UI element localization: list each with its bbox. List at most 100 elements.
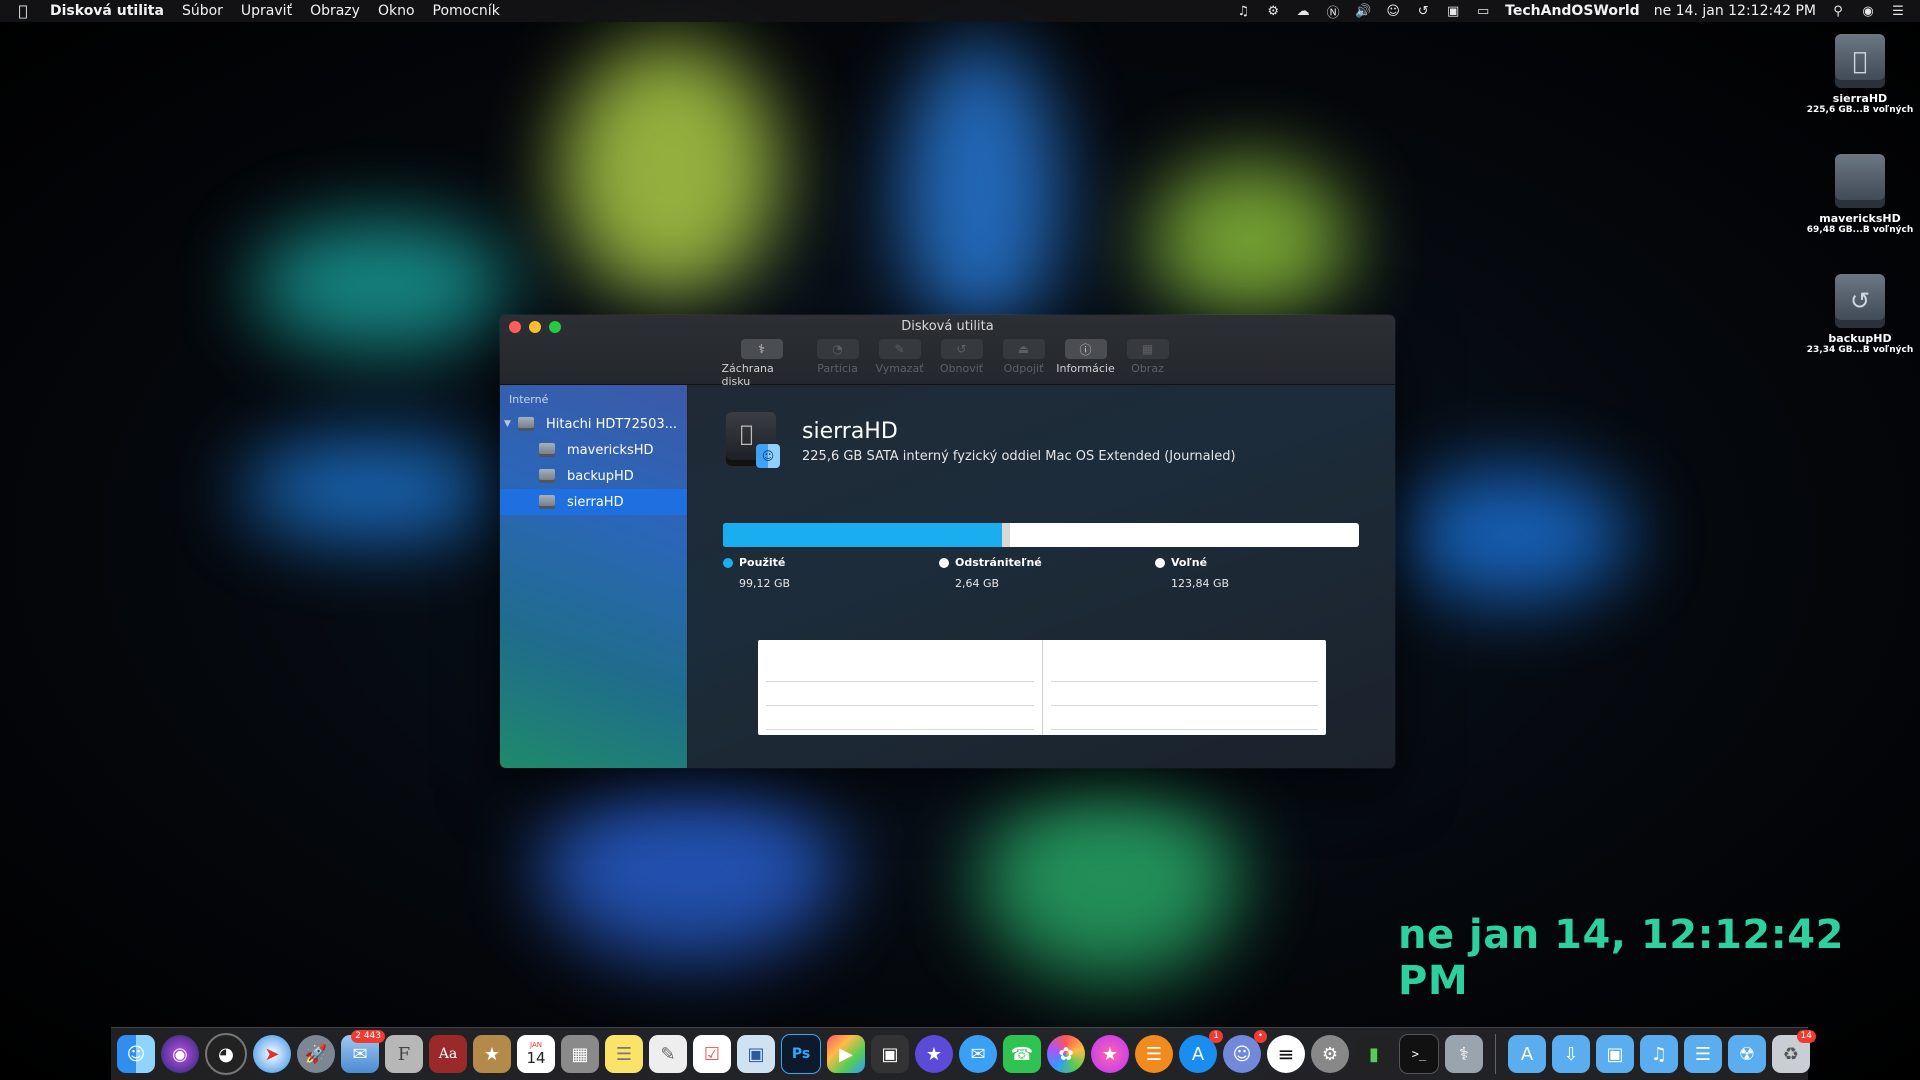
contacts-icon[interactable]: ★ — [473, 1035, 511, 1073]
downloads-folder-icon[interactable]: ⇩ — [1552, 1035, 1590, 1073]
toolbar-label: Vymazať — [875, 362, 924, 375]
calculator-icon[interactable]: ▦ — [561, 1035, 599, 1073]
disk-utility-icon[interactable]: ⚕ — [1445, 1035, 1483, 1073]
notification-center-icon[interactable]: ☰ — [1890, 4, 1906, 19]
wallpaper-burst — [900, 40, 1060, 340]
sidebar-item-mavericks[interactable]: mavericksHD — [500, 437, 687, 463]
facetime-icon[interactable]: ☎ — [1003, 1035, 1041, 1073]
applications-folder-icon[interactable]: A — [1508, 1035, 1546, 1073]
sidebar-section-internal: Interné — [509, 393, 549, 406]
desktop-volume-backup[interactable]: ↺ backupHD 23,34 GB...B voľných — [1805, 274, 1915, 355]
terminal-icon[interactable]: >_ — [1399, 1034, 1439, 1074]
usage-used-segment — [723, 523, 1003, 547]
disk-image-icon: ▦ — [1126, 339, 1169, 359]
notes-icon[interactable]: ☰ — [605, 1035, 643, 1073]
window-title: Disková utilita — [901, 319, 994, 334]
menu-window[interactable]: Okno — [378, 3, 415, 19]
preview-icon[interactable]: ▣ — [737, 1035, 775, 1073]
image-button[interactable]: ▦ Obraz — [1122, 339, 1174, 388]
reminders-icon[interactable]: ☑ — [693, 1035, 731, 1073]
desktop-clock-widget: ne jan 14, 12:12:42 PM — [1398, 912, 1844, 1004]
calendar-icon[interactable]: JAN 14 — [517, 1035, 555, 1073]
final-cut-icon[interactable]: ▶ — [827, 1035, 865, 1073]
menu-edit[interactable]: Upraviť — [241, 3, 292, 19]
menu-file[interactable]: Súbor — [182, 3, 223, 19]
disk-utility-window: Disková utilita ⚕ Záchrana disku ◔ Partí… — [500, 315, 1395, 768]
menu-help[interactable]: Pomocník — [433, 3, 500, 19]
trash-icon[interactable]: ♻ 14 — [1772, 1030, 1816, 1073]
gear-status-icon[interactable]: ⚙ — [1265, 4, 1281, 19]
siri-icon[interactable]: ◉ — [1860, 4, 1876, 19]
menu-user[interactable]: TechAndOSWorld — [1505, 3, 1640, 19]
desktop-volume-mavericks[interactable]: mavericksHD 69,48 GB...B voľných — [1805, 154, 1915, 235]
documents-folder-icon[interactable]: ☰ — [1684, 1035, 1722, 1073]
font-book-icon[interactable]: F — [385, 1035, 423, 1073]
info-button[interactable]: ⓘ Informácie — [1056, 339, 1115, 388]
microphone-icon[interactable]: ♫ — [1235, 4, 1251, 19]
app-store-icon[interactable]: A1 — [1179, 1030, 1223, 1073]
mail-icon[interactable]: ✉ 2 443 — [341, 1030, 385, 1073]
desktop-volume-name: sierraHD — [1832, 92, 1888, 105]
ibooks-icon[interactable]: ☰ — [1135, 1035, 1173, 1073]
cloud-icon[interactable]: ☁ — [1295, 4, 1311, 19]
first-aid-button[interactable]: ⚕ Záchrana disku — [722, 339, 802, 388]
photoshop-icon[interactable]: Ps — [781, 1034, 821, 1074]
messages-icon[interactable]: ✉ — [959, 1035, 997, 1073]
system-preferences-icon[interactable]: ⚙ — [1311, 1035, 1349, 1073]
dock: ☺ ◉ ◕ ➤ 🚀 ✉ 2 443 F Aa ★ JAN 14 ▦ ☰ ✎ ☑ ▣… — [111, 1027, 1816, 1080]
airplay-icon[interactable]: ▭ — [1475, 4, 1491, 19]
desktop-volume-sierrahd[interactable]:  sierraHD 225,6 GB...B voľných — [1805, 34, 1915, 115]
activity-monitor-icon[interactable]: ▮ — [1355, 1035, 1393, 1073]
sidebar-item-sierra[interactable]: sierraHD — [500, 489, 687, 515]
menu-images[interactable]: Obrazy — [310, 3, 360, 19]
restore-button[interactable]: ↺ Obnoviť — [936, 339, 988, 388]
pictures-folder-icon[interactable]: ▣ — [1596, 1035, 1634, 1073]
launchpad-icon[interactable]: 🚀 — [297, 1035, 335, 1073]
accessibility-icon[interactable]: ☺ — [1385, 4, 1401, 19]
safari-icon[interactable]: ➤ — [253, 1035, 291, 1073]
spotify-icon[interactable]: ≡ — [1267, 1035, 1305, 1073]
time-machine-disk-icon: ↺ — [1835, 274, 1885, 328]
app-store-badge: 1 — [1209, 1030, 1223, 1043]
disclosure-triangle-icon[interactable]: ▼ — [504, 419, 518, 429]
info-column-left — [758, 640, 1042, 735]
display-icon[interactable]: ▣ — [1445, 4, 1461, 19]
finder-icon[interactable]: ☺ — [117, 1035, 155, 1073]
stethoscope-icon: ⚕ — [740, 339, 783, 359]
info-row — [766, 706, 1034, 730]
volume-name: sierraHD — [802, 419, 898, 444]
calendar-month: JAN — [530, 1041, 542, 1049]
apple-menu-icon[interactable]:  — [14, 2, 32, 20]
calendar-day: 14 — [526, 1049, 546, 1067]
textedit-icon[interactable]: ✎ — [649, 1035, 687, 1073]
spotlight-search-icon[interactable]: ⚲ — [1830, 4, 1846, 19]
menu-clock[interactable]: ne 14. jan 12:12:42 PM — [1654, 3, 1816, 19]
window-titlebar[interactable]: Disková utilita ⚕ Záchrana disku ◔ Partí… — [500, 315, 1395, 388]
erase-button[interactable]: ✎ Vymazať — [874, 339, 926, 388]
time-machine-icon[interactable]: ↺ — [1415, 4, 1431, 19]
eject-icon: ⏏ — [1002, 339, 1045, 359]
m-app-icon[interactable]: Ⓝ — [1325, 4, 1341, 21]
wallpaper-burst — [1400, 470, 1630, 600]
partition-button[interactable]: ◔ Partícia — [812, 339, 864, 388]
volume-info-table — [758, 640, 1326, 735]
sidebar-item-backup[interactable]: backupHD — [500, 463, 687, 489]
unmount-button[interactable]: ⏏ Odpojiť — [998, 339, 1050, 388]
menu-app-name[interactable]: Disková utilita — [50, 3, 164, 19]
music-folder-icon[interactable]: ♫ — [1640, 1035, 1678, 1073]
siri-icon[interactable]: ◉ — [161, 1035, 199, 1073]
itunes-icon[interactable]: ★ — [1091, 1035, 1129, 1073]
desktop-volume-free: 225,6 GB...B voľných — [1806, 105, 1914, 115]
dashboard-icon[interactable]: ◕ — [205, 1033, 247, 1075]
restore-icon: ↺ — [940, 339, 983, 359]
legend-purgeable: Odstrániteľné 2,64 GB — [939, 556, 1042, 590]
discord-icon[interactable]: ☺ • — [1223, 1030, 1267, 1073]
volume-icon[interactable]: 🔊 — [1355, 4, 1371, 19]
photos-icon[interactable]: ✿ — [1047, 1035, 1085, 1073]
sidebar-item-hitachi-disk[interactable]: ▼ Hitachi HDT72503... — [500, 411, 687, 437]
photo-booth-icon[interactable]: ▣ — [871, 1035, 909, 1073]
dictionary-icon[interactable]: Aa — [429, 1035, 467, 1073]
imovie-icon[interactable]: ★ — [915, 1035, 953, 1073]
wallpaper-burst — [980, 780, 1240, 980]
shared-folder-icon[interactable]: ☢ — [1728, 1035, 1766, 1073]
